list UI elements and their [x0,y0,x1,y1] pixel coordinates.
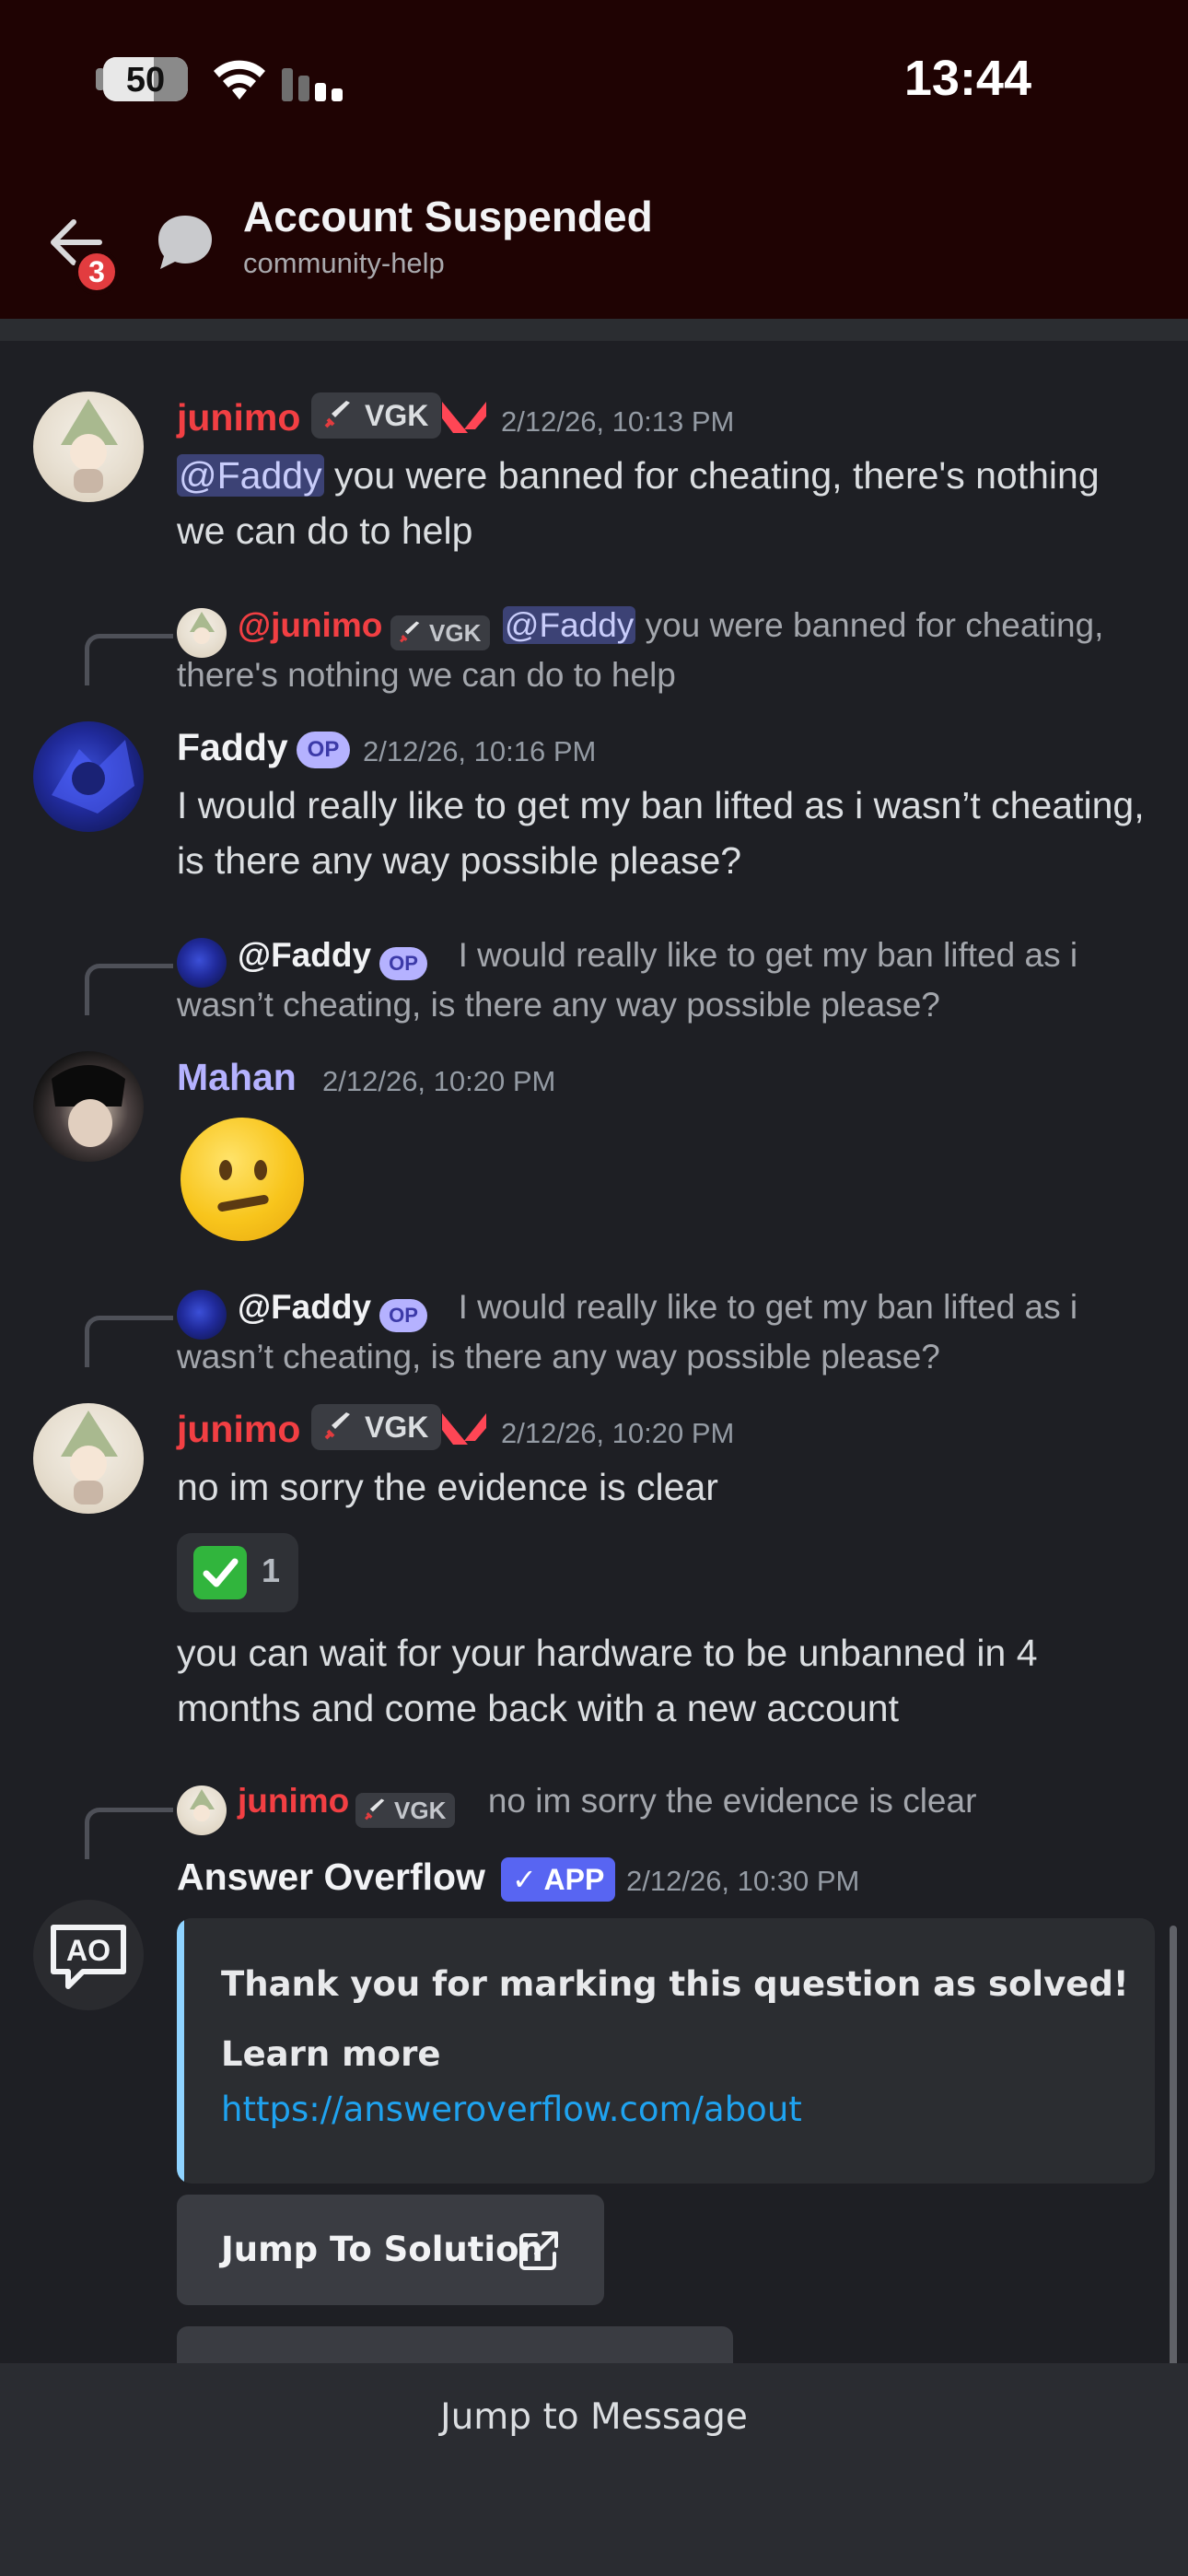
scrollbar[interactable] [1170,1926,1177,2363]
channel-name[interactable]: community-help [243,247,445,280]
avatar[interactable] [33,392,144,502]
embed-title: Thank you for marking this question as s… [221,1964,1129,2004]
external-link-icon [519,2231,558,2270]
author-name[interactable]: Mahan [177,1056,297,1099]
thread-bubble-icon [158,216,212,269]
timestamp: 2/12/26, 10:20 PM [501,1417,735,1449]
embed-link[interactable]: https://answeroverflow.com/about [221,2090,802,2129]
header-divider [0,319,1188,341]
timestamp: 2/12/26, 10:13 PM [501,405,735,438]
reaction-count: 1 [262,1551,281,1589]
reply-role-tag: VGK [390,615,491,650]
reply-preview[interactable]: @junimo @Faddy you were banned for cheat… [177,601,1171,700]
reaction-check[interactable]: 1 [177,1533,298,1612]
avatar[interactable] [33,1403,144,1514]
thread-nav: 3 Account Suspended community-help [0,157,1188,319]
sword-icon [324,401,350,428]
reply-op-badge: OP [379,947,427,980]
sword-icon [324,1412,350,1440]
op-badge: OP [297,732,350,768]
check-mark-icon [193,1546,247,1599]
jump-to-solution-button[interactable]: Jump To Solution [177,2195,604,2305]
avatar[interactable]: AO [33,1900,144,2010]
reply-connector [85,964,173,1015]
app-header: 50 13:44 3 Account Suspended community-h… [0,0,1188,319]
reply-connector [85,1808,173,1859]
timestamp: 2/12/26, 10:20 PM [322,1065,556,1097]
app-badge: ✓ APP [501,1857,616,1902]
author-name[interactable]: Faddy [177,726,288,769]
reply-text: no im sorry the evidence is clear [487,1782,977,1820]
message-text: no im sorry the evidence is clear [177,1466,718,1508]
user-mention[interactable]: @Faddy [177,454,324,497]
message-text-continued: you can wait for your hardware to be unb… [177,1632,1038,1729]
reply-author: junimo [238,1782,350,1820]
avatar[interactable] [33,1051,144,1162]
reply-connector [85,634,173,685]
embed-accent-bar [177,1918,184,2184]
author-name[interactable]: junimo [177,1408,300,1451]
reply-preview[interactable]: junimo no im sorry the evidence is clear [177,1776,1171,1826]
reply-role-tag-label: VGK [394,1797,447,1824]
svg-text:AO: AO [66,1934,111,1967]
valorant-icon [442,402,486,433]
unread-badge: 3 [74,249,120,295]
message-text: I would really like to get my ban lifted… [177,784,1145,882]
role-tag-label: VGK [365,399,429,432]
embed-subtitle: Learn more [221,2034,441,2074]
reply-author: @junimo [238,606,383,644]
partial-button[interactable] [177,2326,733,2363]
timestamp: 2/12/26, 10:16 PM [363,735,597,767]
bottom-bar: Jump to Message [0,2363,1188,2576]
valorant-icon [442,1413,486,1445]
reply-connector [85,1316,173,1367]
role-tag-label: VGK [365,1411,429,1444]
battery-icon: 50 [103,57,188,101]
reply-mention: @Faddy [502,606,636,644]
author-name[interactable]: junimo [177,396,300,439]
sword-icon [365,1798,385,1821]
role-tag: VGK [311,1404,442,1450]
button-label: Jump To Solution [221,2230,543,2269]
reply-op-badge: OP [379,1299,427,1332]
message-text: @Faddy you were banned for cheating, the… [177,448,1153,558]
embed-card: Thank you for marking this question as s… [177,1918,1155,2184]
neutral-face-emoji [181,1118,304,1241]
reply-author: @Faddy [238,936,372,974]
reply-preview[interactable]: @Faddy I would really like to get my ban… [177,931,1171,1030]
answer-overflow-logo: AO [51,1925,126,1989]
wifi-icon [214,60,265,100]
sword-icon [400,621,420,643]
reply-role-tag: VGK [355,1793,456,1828]
avatar[interactable] [33,721,144,832]
battery-level: 50 [125,61,166,100]
signal-icon [282,59,346,101]
reply-preview[interactable]: @Faddy I would really like to get my ban… [177,1282,1171,1382]
status-time: 13:44 [903,51,1031,106]
status-bar: 50 13:44 [0,0,1188,157]
role-tag: VGK [311,392,442,439]
thread-title: Account Suspended [243,193,653,240]
reply-author: @Faddy [238,1288,372,1326]
jump-to-message-button[interactable]: Jump to Message [0,2396,1188,2438]
author-name[interactable]: Answer Overflow [177,1856,485,1899]
timestamp: 2/12/26, 10:30 PM [626,1865,860,1897]
reply-role-tag-label: VGK [429,619,482,647]
message-list[interactable]: junimo VGK 2/12/26, 10:13 PM @Faddy you … [0,341,1188,2363]
